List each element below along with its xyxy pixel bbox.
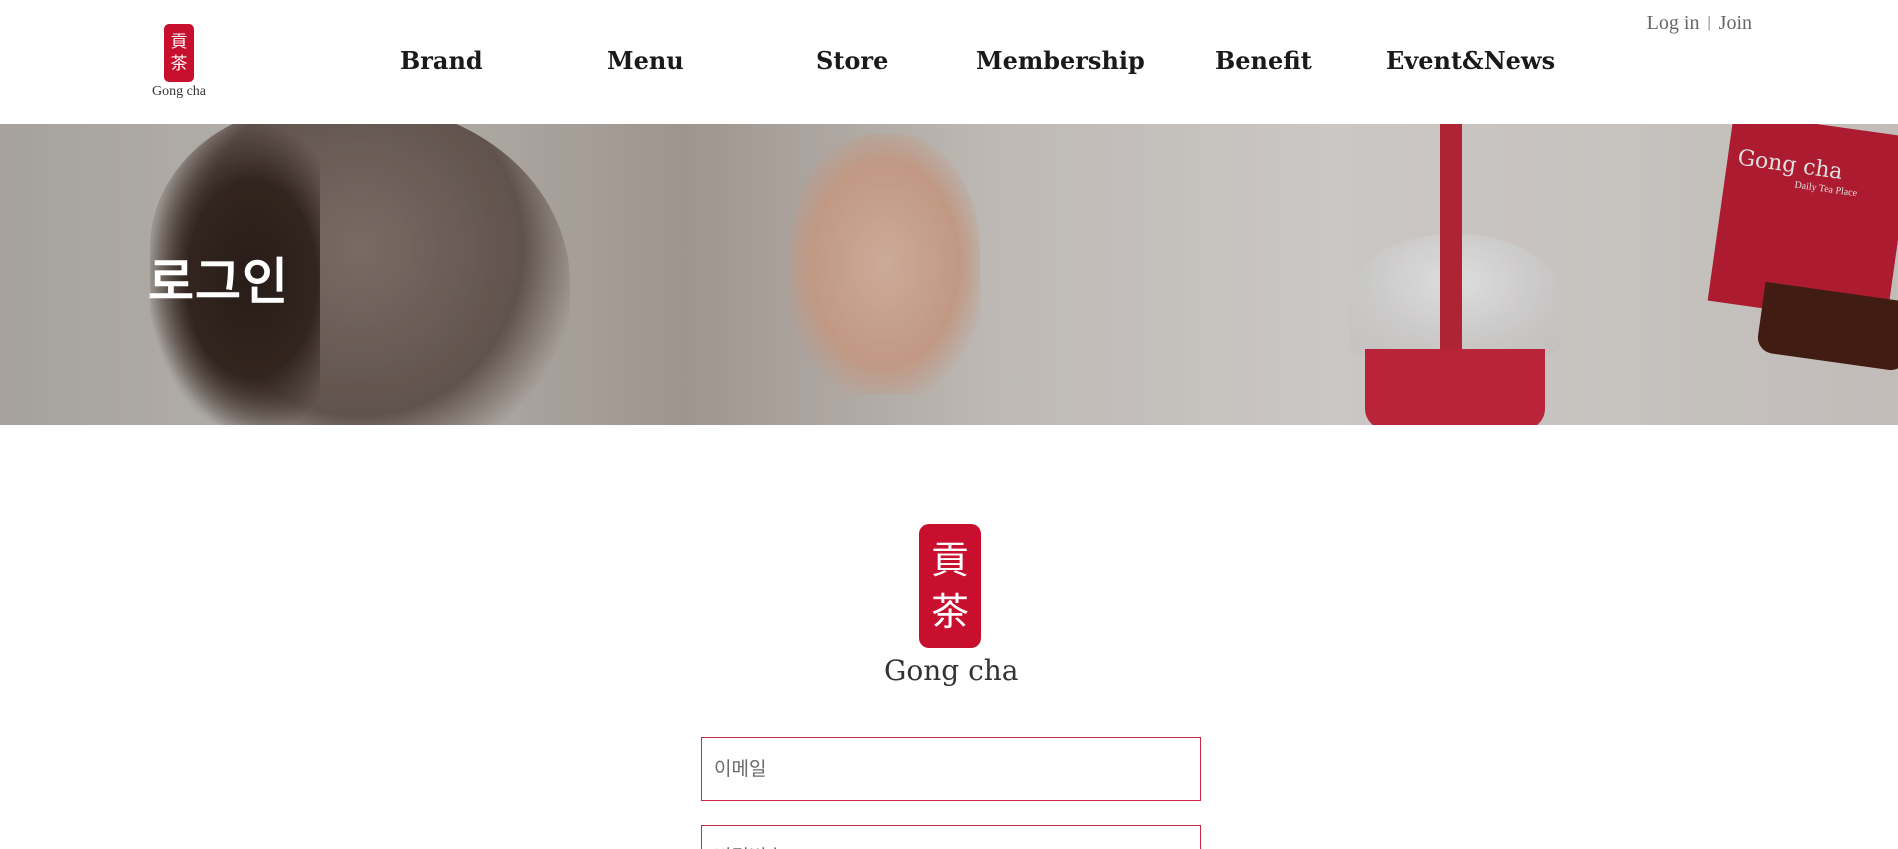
join-link[interactable]: Join	[1719, 12, 1752, 34]
nav-benefit[interactable]: Benefit	[1215, 46, 1312, 75]
header-logo-text: Gong cha	[151, 84, 207, 99]
nav-store[interactable]: Store	[816, 46, 888, 75]
hero-banner: Gong cha Daily Tea Place 로그인	[0, 124, 1898, 425]
login-logo-text: Gong cha	[884, 654, 1019, 687]
page-title: 로그인	[148, 253, 289, 311]
password-field[interactable]	[702, 826, 1200, 849]
gongcha-seal-icon: 貢 茶	[919, 524, 981, 648]
util-separator: |	[1707, 14, 1711, 31]
login-logo: 貢 茶 Gong cha	[884, 524, 1019, 687]
main-nav: Brand Menu Store Membership Benefit Even…	[0, 46, 1898, 82]
password-field-box	[701, 825, 1201, 849]
nav-brand[interactable]: Brand	[400, 46, 483, 75]
site-header: 貢 茶 Gong cha Brand Menu Store Membership…	[0, 0, 1898, 124]
nav-menu[interactable]: Menu	[607, 46, 684, 75]
email-field-box	[701, 737, 1201, 801]
nav-event-news[interactable]: Event&News	[1386, 46, 1555, 75]
email-field[interactable]	[702, 738, 1200, 800]
util-links: Log in | Join	[1647, 12, 1752, 35]
login-link[interactable]: Log in	[1647, 12, 1700, 34]
nav-membership[interactable]: Membership	[976, 46, 1145, 75]
